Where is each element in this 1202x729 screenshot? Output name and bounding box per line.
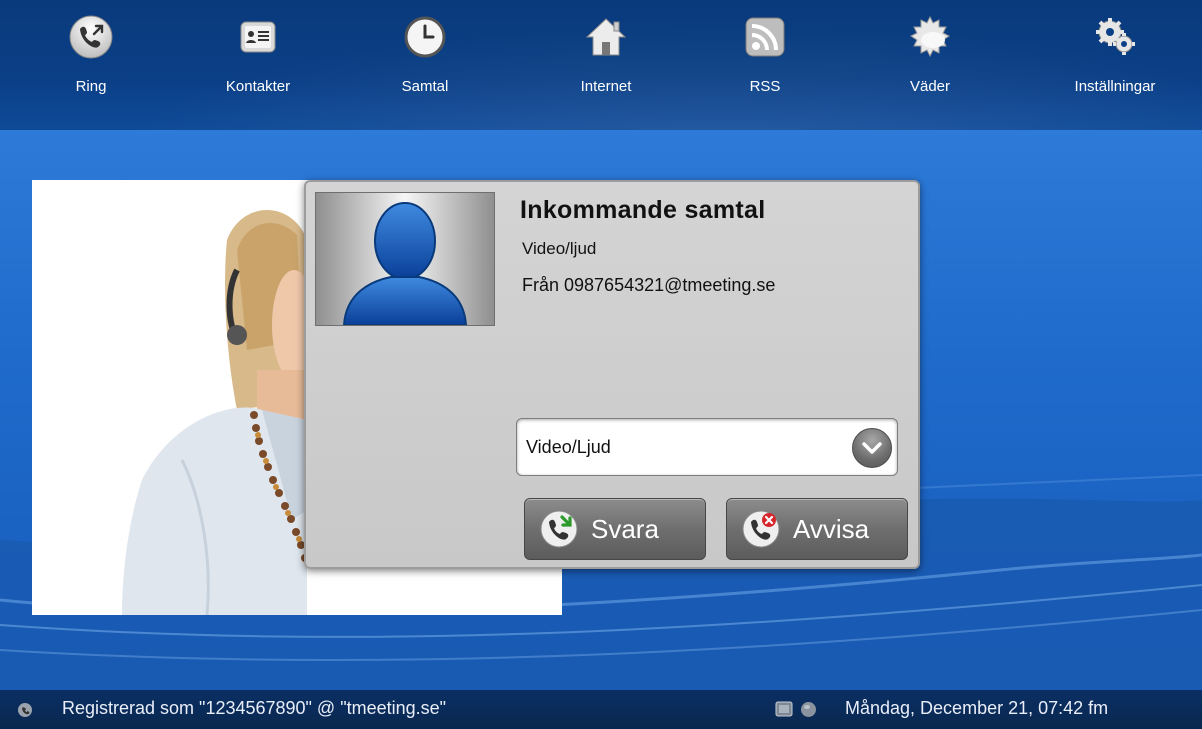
contacts-card-icon xyxy=(235,14,281,60)
home-icon xyxy=(583,14,629,60)
reject-label: Avvisa xyxy=(793,513,870,544)
toolbar-installningar-button[interactable]: Inställningar xyxy=(1045,14,1185,114)
clock-icon xyxy=(402,14,448,60)
person-silhouette-icon xyxy=(342,202,468,325)
dialog-title: Inkommande samtal xyxy=(520,196,766,224)
answer-phone-icon xyxy=(540,510,578,548)
toolbar-rss-label: RSS xyxy=(749,78,781,95)
toolbar-internet-label: Internet xyxy=(580,78,632,95)
toolbar-samtal-label: Samtal xyxy=(401,78,449,95)
weather-cloud-icon xyxy=(907,14,953,60)
gears-icon xyxy=(1092,14,1138,60)
top-toolbar: Ring Kontakter Samtal Internet RSS Väder… xyxy=(0,0,1202,130)
main-area: Inkommande samtal Video/ljud Från 098765… xyxy=(0,130,1202,690)
answer-label: Svara xyxy=(591,513,659,544)
registration-status-icon xyxy=(18,703,32,717)
call-type-text: Video/ljud xyxy=(522,239,597,258)
caller-address: Från 0987654321@tmeeting.se xyxy=(522,275,776,295)
incoming-call-dialog: Inkommande samtal Video/ljud Från 098765… xyxy=(304,180,920,569)
toolbar-vader-label: Väder xyxy=(909,78,951,95)
status-bar: Registrerad som "1234567890" @ "tmeeting… xyxy=(0,690,1202,729)
screen-icon[interactable] xyxy=(775,701,793,717)
date-time: Måndag, December 21, 07:42 fm xyxy=(845,698,1109,718)
globe-icon[interactable] xyxy=(800,701,817,718)
reject-phone-icon xyxy=(742,510,780,548)
registration-text: Registrerad som "1234567890" @ "tmeeting… xyxy=(62,698,447,718)
toolbar-ring-button[interactable]: Ring xyxy=(21,14,161,114)
toolbar-rss-button[interactable]: RSS xyxy=(695,14,835,114)
rss-icon xyxy=(742,14,788,60)
answer-button[interactable]: Svara xyxy=(524,498,706,560)
toolbar-internet-button[interactable]: Internet xyxy=(536,14,676,114)
reject-button[interactable]: Avvisa xyxy=(726,498,908,560)
call-mode-value: Video/Ljud xyxy=(526,437,611,457)
call-mode-select[interactable]: Video/Ljud xyxy=(516,418,898,476)
toolbar-installningar-label: Inställningar xyxy=(1074,78,1156,95)
chevron-down-icon[interactable] xyxy=(852,428,892,468)
caller-avatar xyxy=(315,192,495,326)
toolbar-kontakter-label: Kontakter xyxy=(225,78,291,95)
toolbar-kontakter-button[interactable]: Kontakter xyxy=(188,14,328,114)
toolbar-samtal-button[interactable]: Samtal xyxy=(355,14,495,114)
toolbar-ring-label: Ring xyxy=(75,78,107,95)
phone-call-icon xyxy=(68,14,114,60)
toolbar-vader-button[interactable]: Väder xyxy=(860,14,1000,114)
